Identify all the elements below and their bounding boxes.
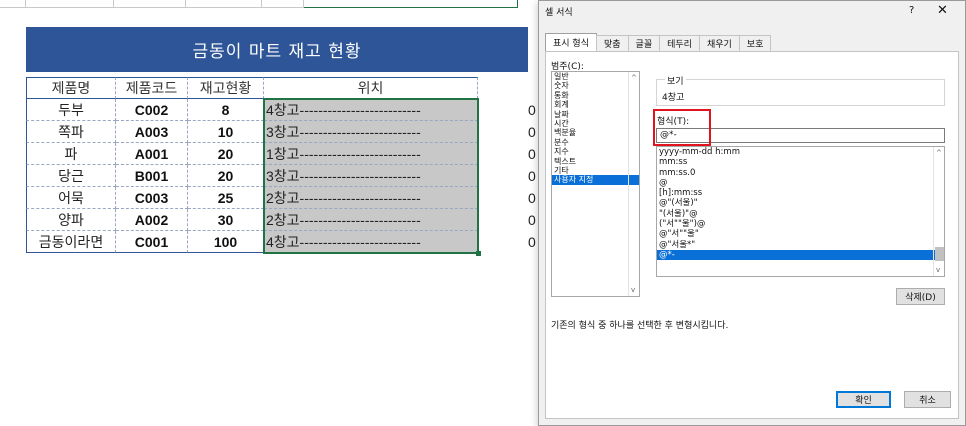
cell-product-code[interactable]: A001 (116, 143, 188, 165)
cell-next-column[interactable]: 0 (524, 99, 536, 121)
scroll-up-icon[interactable]: ^ (631, 74, 637, 82)
cell-product-code[interactable]: B001 (116, 165, 188, 187)
format-cells-dialog: 셀 서식 ? ✕ 표시 형식 맞춤 글꼴 테두리 채우기 보호 범주(C): 일… (538, 0, 966, 426)
cell-stock[interactable]: 100 (188, 231, 264, 253)
category-item[interactable]: 회계 (552, 100, 639, 109)
format-item[interactable]: yyyy-mm-dd h:mm (657, 147, 944, 157)
dialog-title: 셀 서식 (545, 8, 573, 18)
cell-product-code[interactable]: C001 (116, 231, 188, 253)
scroll-thumb[interactable] (935, 247, 944, 261)
header-stock[interactable]: 재고현황 (188, 77, 264, 99)
format-item[interactable]: @ (657, 178, 944, 188)
cell-product-name[interactable]: 두부 (26, 99, 116, 121)
format-item[interactable]: mm:ss (657, 157, 944, 167)
help-icon[interactable]: ? (909, 5, 914, 16)
tab-fill[interactable]: 채우기 (698, 35, 740, 51)
category-item[interactable]: 텍스트 (552, 157, 639, 166)
preview-group: 보기 4창고 (656, 74, 945, 106)
cell-product-code[interactable]: A002 (116, 209, 188, 231)
cell-location[interactable]: 1창고-------------------------- (264, 143, 478, 165)
cell-product-code[interactable]: A003 (116, 121, 188, 143)
sheet-title[interactable]: 금동이 마트 재고 현황 (26, 27, 528, 72)
strip-cell (26, 0, 114, 8)
strip-cell (262, 0, 304, 8)
category-item[interactable]: 날짜 (552, 110, 639, 119)
format-item[interactable]: @"서울*" (657, 240, 944, 250)
cell-next-column[interactable]: 0 (524, 165, 536, 187)
cell-product-name[interactable]: 파 (26, 143, 116, 165)
cell-product-name[interactable]: 양파 (26, 209, 116, 231)
format-list[interactable]: yyyy-mm-dd h:mm mm:ss mm:ss.0 @ [h]:mm:s… (656, 146, 945, 277)
cell-stock[interactable]: 25 (188, 187, 264, 209)
cell-stock[interactable]: 8 (188, 99, 264, 121)
cell-location[interactable]: 2창고-------------------------- (264, 187, 478, 209)
cell-next-column[interactable]: 0 (524, 209, 536, 231)
cell-location[interactable]: 4창고-------------------------- (264, 99, 478, 121)
category-item[interactable]: 기타 (552, 166, 639, 175)
header-location[interactable]: 위치 (264, 77, 478, 99)
category-item[interactable]: 일반 (552, 72, 639, 81)
close-icon[interactable]: ✕ (937, 3, 948, 18)
cell-location[interactable]: 2창고-------------------------- (264, 209, 478, 231)
cell-product-name[interactable]: 어묵 (26, 187, 116, 209)
format-item[interactable]: @"(서울)" (657, 198, 944, 208)
dialog-tabs: 표시 형식 맞춤 글꼴 테두리 채우기 보호 (545, 33, 772, 51)
cell-stock[interactable]: 20 (188, 165, 264, 187)
category-item[interactable]: 숫자 (552, 81, 639, 90)
cell-product-code[interactable]: C002 (116, 99, 188, 121)
cell-location[interactable]: 3창고-------------------------- (264, 121, 478, 143)
cell-next-column[interactable]: 0 (524, 143, 536, 165)
category-item-selected[interactable]: 사용자 지정 (552, 175, 639, 185)
format-item[interactable]: ("서""울")@ (657, 219, 944, 229)
delete-button[interactable]: 삭제(D) (896, 288, 945, 305)
category-item[interactable]: 분수 (552, 138, 639, 147)
tab-alignment[interactable]: 맞춤 (595, 35, 629, 51)
category-list[interactable]: 일반 숫자 통화 회계 날짜 시간 백분율 분수 지수 텍스트 기타 사용자 지… (551, 71, 640, 297)
format-hint: 기존의 형식 중 하나를 선택한 후 변형시킵니다. (551, 321, 729, 331)
category-item[interactable]: 통화 (552, 91, 639, 100)
preview-label: 보기 (665, 74, 686, 87)
format-item[interactable]: mm:ss.0 (657, 168, 944, 178)
cell-product-code[interactable]: C003 (116, 187, 188, 209)
format-scrollbar[interactable]: ^ v (933, 147, 944, 276)
category-scrollbar[interactable]: ^ v (628, 72, 639, 296)
scroll-down-icon[interactable]: v (936, 266, 940, 274)
tab-font[interactable]: 글꼴 (627, 35, 661, 51)
previous-row-strip (0, 0, 540, 8)
strip-cell (304, 0, 518, 8)
cell-next-column[interactable]: 0 (524, 187, 536, 209)
category-item[interactable]: 백분율 (552, 128, 639, 137)
header-product-name[interactable]: 제품명 (26, 77, 116, 99)
cell-location[interactable]: 4창고-------------------------- (264, 231, 478, 253)
ok-button[interactable]: 확인 (836, 391, 891, 408)
cell-product-name[interactable]: 금동이라면 (26, 231, 116, 253)
fill-handle[interactable] (476, 251, 481, 256)
strip-cell (114, 0, 186, 8)
cell-location[interactable]: 3창고-------------------------- (264, 165, 478, 187)
strip-cell (186, 0, 262, 8)
tab-protection[interactable]: 보호 (738, 35, 772, 51)
cell-next-column[interactable]: 0 (524, 121, 536, 143)
cell-product-name[interactable]: 당근 (26, 165, 116, 187)
cell-stock[interactable]: 30 (188, 209, 264, 231)
highlight-box (653, 109, 711, 146)
tab-number[interactable]: 표시 형식 (545, 33, 597, 51)
category-item[interactable]: 시간 (552, 119, 639, 128)
strip-cell (0, 0, 26, 8)
header-product-code[interactable]: 제품코드 (116, 77, 188, 99)
scroll-down-icon[interactable]: v (631, 286, 635, 294)
scroll-up-icon[interactable]: ^ (936, 149, 942, 157)
category-item[interactable]: 지수 (552, 147, 639, 156)
cell-next-column[interactable]: 0 (524, 231, 536, 253)
format-item-selected[interactable]: @*- (657, 249, 944, 261)
tab-border[interactable]: 테두리 (659, 35, 700, 51)
preview-value: 4창고 (662, 93, 685, 103)
format-item[interactable]: "(서울)"@ (657, 209, 944, 219)
cell-product-name[interactable]: 쪽파 (26, 121, 116, 143)
cell-stock[interactable]: 10 (188, 121, 264, 143)
format-item[interactable]: @"서""울" (657, 229, 944, 239)
cancel-button[interactable]: 취소 (904, 391, 951, 408)
cell-stock[interactable]: 20 (188, 143, 264, 165)
format-item[interactable]: [h]:mm:ss (657, 188, 944, 198)
